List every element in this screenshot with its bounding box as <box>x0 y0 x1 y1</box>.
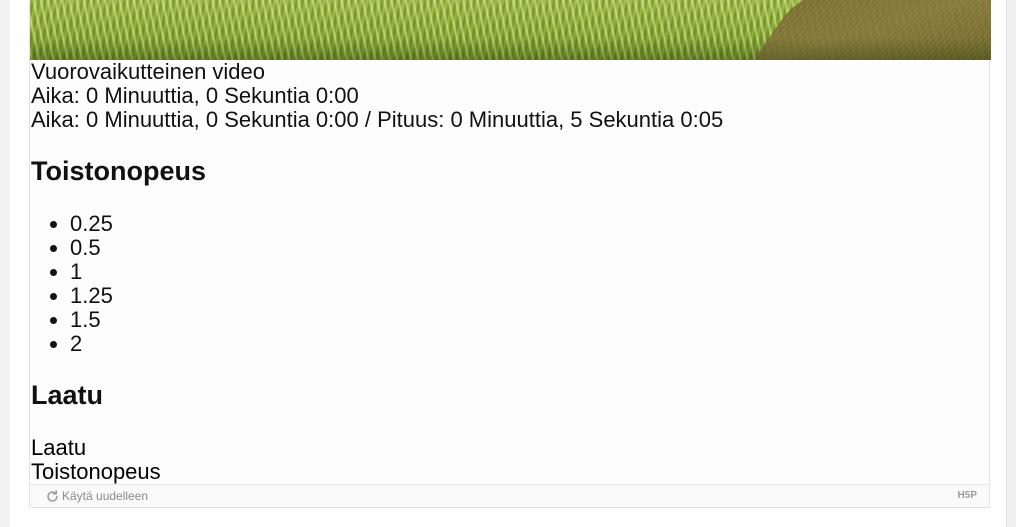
quality-menu-button[interactable]: Laatu <box>31 436 161 460</box>
video-scene-shade <box>30 38 991 60</box>
h5p-content-container: Vuorovaikutteinen video Aika: 0 Minuutti… <box>29 0 991 508</box>
playback-speed-heading: Toistonopeus <box>31 156 206 186</box>
quality-heading: Laatu <box>31 380 104 410</box>
window-scrollbar-edge <box>1006 0 1016 527</box>
speed-option-0.25[interactable]: 0.25 <box>70 212 113 236</box>
h5p-logo[interactable]: H5P <box>958 490 977 502</box>
current-time-text: Aika: 0 Minuuttia, 0 Sekuntia 0:00 <box>31 83 359 108</box>
page-column: Vuorovaikutteinen video Aika: 0 Minuutti… <box>10 0 1006 527</box>
refresh-icon <box>46 489 59 503</box>
control-menu-labels: Laatu Toistonopeus <box>31 436 161 484</box>
retry-button[interactable]: Käytä uudelleen <box>46 488 148 504</box>
speed-option-2[interactable]: 2 <box>70 332 113 356</box>
playback-speed-list: 0.25 0.5 1 1.25 1.5 2 <box>31 212 113 356</box>
speed-option-0.5[interactable]: 0.5 <box>70 236 113 260</box>
speed-option-1.25[interactable]: 1.25 <box>70 284 113 308</box>
video-title: Vuorovaikutteinen video <box>31 59 266 84</box>
speed-option-1[interactable]: 1 <box>70 260 113 284</box>
video-player-frame[interactable] <box>30 0 991 60</box>
speed-option-1.5[interactable]: 1.5 <box>70 308 113 332</box>
retry-label: Käytä uudelleen <box>62 489 149 503</box>
playback-speed-menu-button[interactable]: Toistonopeus <box>31 460 161 484</box>
video-info: Vuorovaikutteinen video Aika: 0 Minuutti… <box>31 60 986 132</box>
time-duration-text: Aika: 0 Minuuttia, 0 Sekuntia 0:00 / Pit… <box>31 107 724 132</box>
h5p-footer: Käytä uudelleen H5P <box>30 484 989 507</box>
